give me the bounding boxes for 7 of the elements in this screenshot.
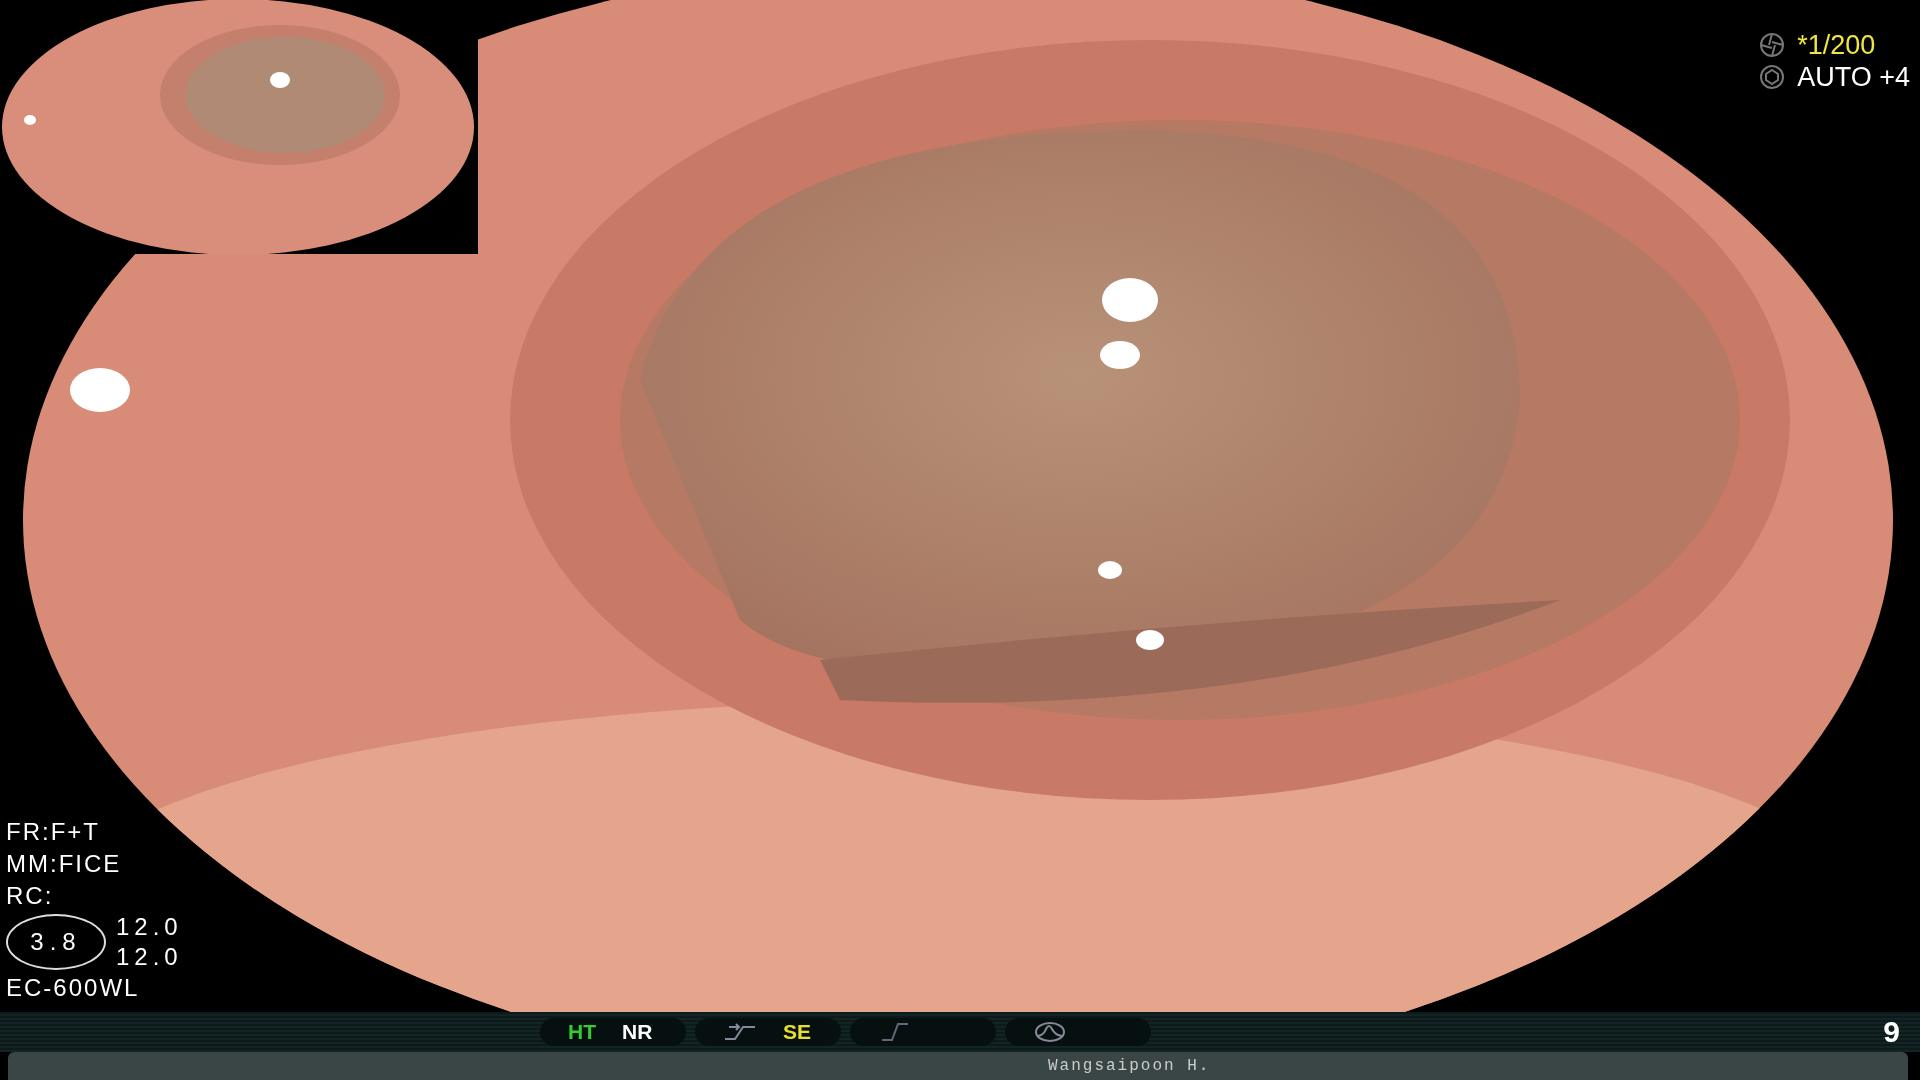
tone-curve-icon — [723, 1021, 757, 1043]
image-number: 9 — [1883, 1015, 1900, 1049]
status-label: SE — [783, 1020, 811, 1044]
status-label: HT — [568, 1020, 596, 1044]
operator-name: Wangsaipoon H. — [1048, 1057, 1211, 1075]
status-label: NR — [622, 1020, 653, 1044]
wave-circle-icon — [1033, 1021, 1067, 1043]
